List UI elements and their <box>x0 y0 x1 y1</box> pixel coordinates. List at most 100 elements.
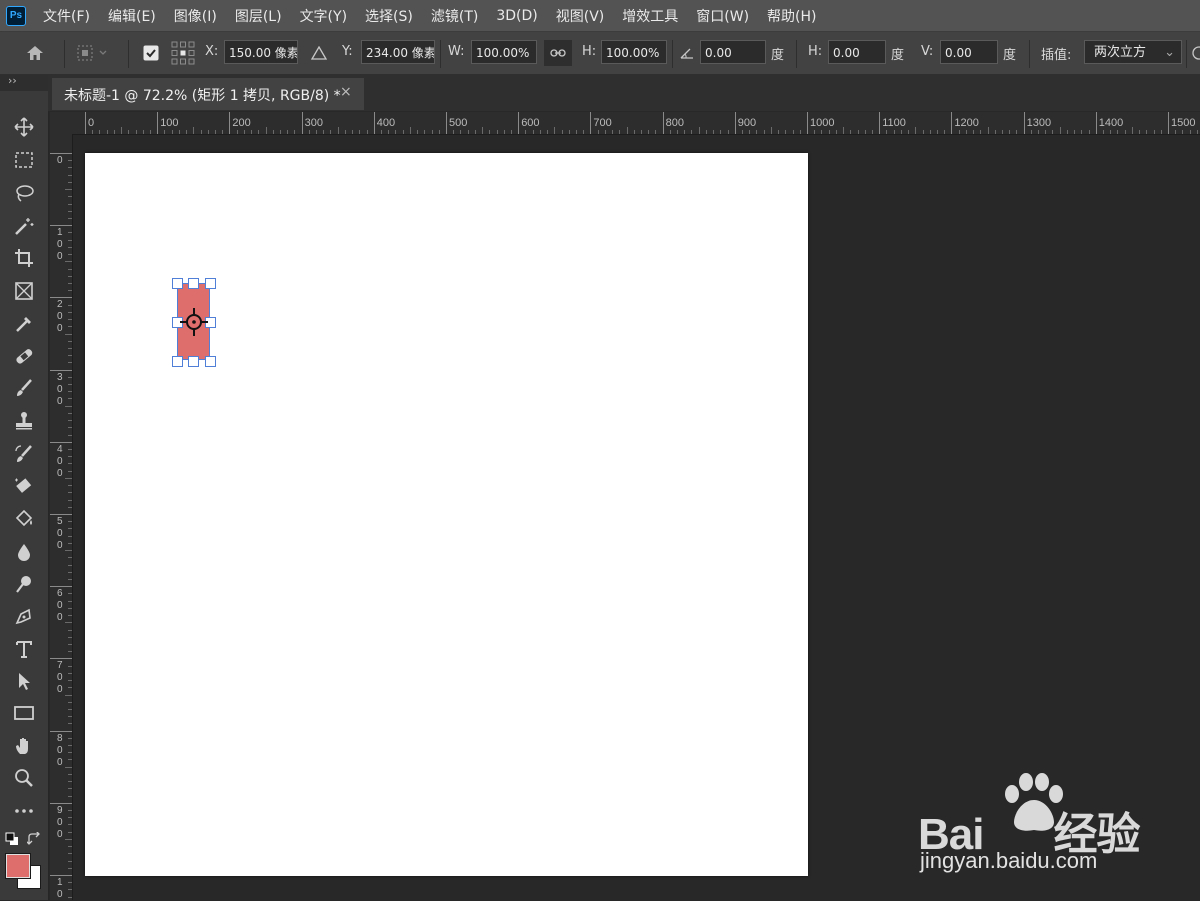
ruler-minor-tick <box>68 564 72 566</box>
x-label: X: <box>205 44 219 59</box>
horizontal-ruler[interactable]: 0 100 200 300 400 500 600 700 800 900 1000 1100 1200… <box>72 112 1200 135</box>
transform-handle-top[interactable] <box>188 278 199 289</box>
ruler-minor-tick <box>417 130 419 134</box>
ruler-major-tick <box>50 153 72 154</box>
transform-preset-icon[interactable] <box>72 41 112 65</box>
ruler-major-tick <box>50 441 72 443</box>
menu-item[interactable]: 图层(L) <box>226 6 291 26</box>
menu-item[interactable]: 文字(Y) <box>291 6 356 26</box>
zoom-tool-icon[interactable] <box>10 764 38 792</box>
healing-brush-tool-icon[interactable] <box>10 342 38 370</box>
marquee-tool-icon[interactable] <box>10 146 38 174</box>
y-position-field[interactable]: 234.00 像素 <box>361 40 435 64</box>
link-aspect-ratio-icon[interactable] <box>544 40 572 66</box>
ruler-minor-tick <box>691 130 693 134</box>
expand-panel-icon[interactable]: ›› <box>8 74 17 87</box>
ruler-minor-tick <box>68 593 72 595</box>
magic-wand-tool-icon[interactable] <box>10 212 38 240</box>
home-icon[interactable] <box>22 41 48 65</box>
menu-item[interactable]: 图像(I) <box>165 6 226 26</box>
clone-stamp-tool-icon[interactable] <box>10 407 38 435</box>
ruler-minor-tick <box>68 232 72 234</box>
foreground-color-swatch[interactable] <box>6 854 30 878</box>
ruler-minor-tick <box>778 130 780 134</box>
eyedropper-tool-icon[interactable] <box>10 310 38 338</box>
photoshop-logo: Ps <box>6 6 26 26</box>
transform-handle-top-left[interactable] <box>172 278 183 289</box>
ruler-minor-tick <box>568 130 570 134</box>
ruler-minor-tick <box>720 130 722 134</box>
ruler-origin[interactable] <box>50 112 72 134</box>
transform-handle-bottom-right[interactable] <box>205 356 216 367</box>
menu-item[interactable]: 视图(V) <box>547 6 614 26</box>
close-icon[interactable]: × <box>340 84 352 100</box>
skew-h-field[interactable]: 0.00 <box>828 40 886 64</box>
more-tools-icon[interactable] <box>10 797 38 825</box>
ruler-minor-tick <box>68 665 72 667</box>
vertical-ruler[interactable]: 0 100 200 300 400 500 600 700 800 900 10 <box>50 134 73 900</box>
ruler-minor-tick <box>294 130 296 134</box>
ruler-minor-tick <box>561 130 563 134</box>
menu-item[interactable]: 帮助(H) <box>758 6 825 26</box>
frame-tool-icon[interactable] <box>10 277 38 305</box>
menu-item[interactable]: 增效工具 <box>613 6 687 26</box>
menu-item[interactable]: 选择(S) <box>356 6 422 26</box>
ruler-minor-tick <box>597 130 599 134</box>
menu-item[interactable]: 编辑(E) <box>99 6 165 26</box>
x-position-field[interactable]: 150.00 像素 <box>224 40 298 64</box>
rotation-field[interactable]: 0.00 <box>700 40 766 64</box>
ruler-major-tick <box>301 112 303 134</box>
pen-tool-icon[interactable] <box>10 602 38 630</box>
blur-tool-icon[interactable] <box>10 538 38 566</box>
transform-reference-point-icon[interactable] <box>179 307 209 337</box>
reference-point-grid-icon[interactable] <box>169 39 197 67</box>
transform-handle-top-right[interactable] <box>205 278 216 289</box>
eraser-tool-icon[interactable] <box>10 472 38 500</box>
ruler-minor-tick <box>236 130 238 134</box>
ruler-minor-tick <box>431 130 433 134</box>
swap-colors-icon[interactable] <box>25 830 41 846</box>
ruler-minor-tick <box>727 130 729 134</box>
ruler-minor-tick <box>900 130 902 134</box>
ruler-minor-tick <box>68 290 72 292</box>
path-selection-tool-icon[interactable] <box>10 667 38 695</box>
relative-position-delta-icon[interactable] <box>309 43 329 63</box>
ruler-minor-tick <box>68 607 72 609</box>
paint-bucket-tool-icon[interactable] <box>10 505 38 533</box>
ruler-label: 400 <box>376 117 396 129</box>
dodge-tool-icon[interactable] <box>10 570 38 598</box>
default-colors-icon[interactable] <box>5 832 19 846</box>
hand-tool-icon[interactable] <box>10 732 38 760</box>
ruler-minor-tick <box>68 708 72 710</box>
menu-item[interactable]: 3D(D) <box>487 8 546 24</box>
transform-handle-bottom[interactable] <box>188 356 199 367</box>
ruler-minor-tick <box>68 629 72 631</box>
lasso-tool-icon[interactable] <box>10 179 38 207</box>
menu-item[interactable]: 滤镜(T) <box>422 6 487 26</box>
move-tool-icon[interactable] <box>10 113 38 141</box>
history-brush-tool-icon[interactable] <box>10 440 38 468</box>
interpolation-select[interactable]: 两次立方 ⌄ <box>1084 40 1182 64</box>
menu-item[interactable]: 文件(F) <box>34 6 99 26</box>
ruler-minor-tick <box>207 130 209 134</box>
type-tool-icon[interactable] <box>10 635 38 663</box>
crop-tool-icon[interactable] <box>10 244 38 272</box>
reference-point-checkbox[interactable] <box>141 43 161 63</box>
menu-item[interactable]: 窗口(W) <box>687 6 758 26</box>
document-tab[interactable]: 未标题-1 @ 72.2% (矩形 1 拷贝, RGB/8) * × <box>52 78 364 110</box>
ruler-minor-tick <box>958 130 960 134</box>
skew-v-field[interactable]: 0.00 <box>940 40 998 64</box>
transform-handle-bottom-left[interactable] <box>172 356 183 367</box>
height-percent-field[interactable]: 100.00% <box>601 40 667 64</box>
ruler-minor-tick <box>193 127 195 134</box>
brush-tool-icon[interactable] <box>10 374 38 402</box>
width-percent-field[interactable]: 100.00% <box>471 40 537 64</box>
document-canvas[interactable] <box>85 153 808 876</box>
cancel-transform-icon[interactable] <box>1190 43 1200 63</box>
ruler-label: 500 <box>57 516 63 551</box>
rectangle-tool-icon[interactable] <box>10 699 38 727</box>
ruler-minor-tick <box>65 622 72 624</box>
ruler-minor-tick <box>68 723 72 725</box>
ruler-major-tick <box>50 369 72 371</box>
ruler-minor-tick <box>68 239 72 241</box>
